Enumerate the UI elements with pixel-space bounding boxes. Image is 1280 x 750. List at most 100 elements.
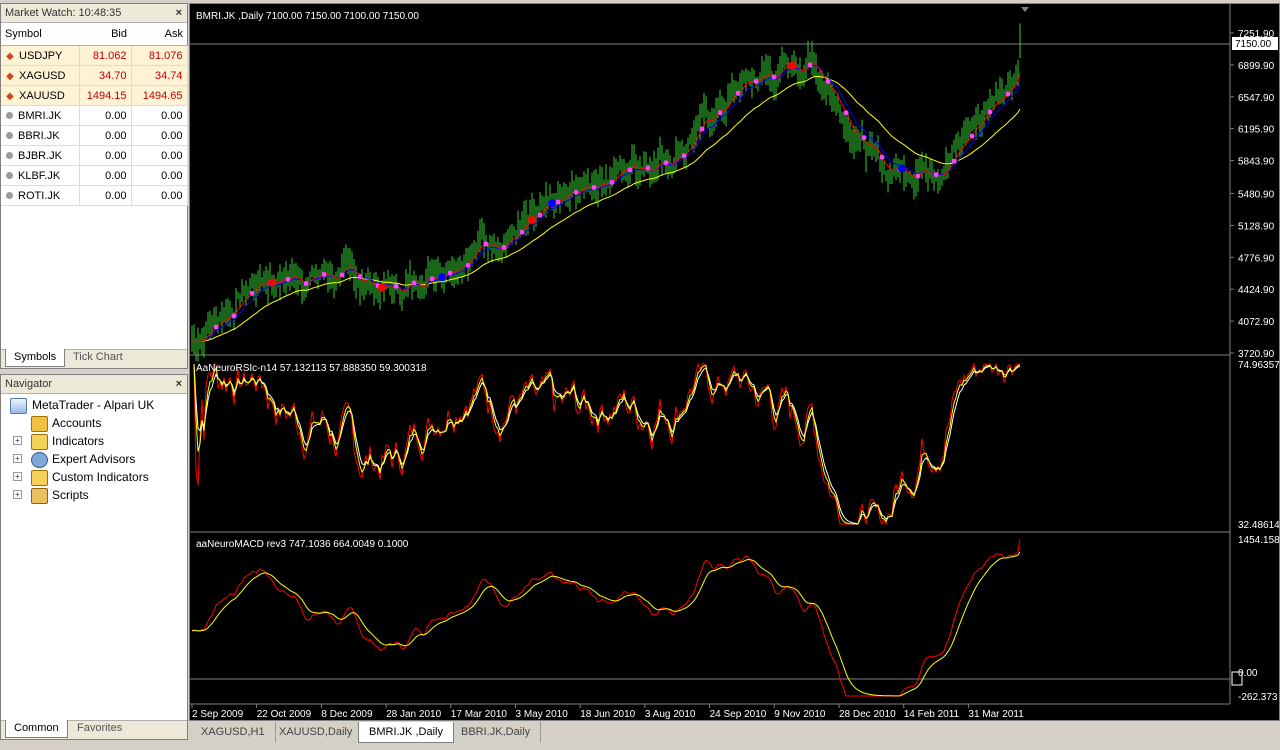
market-watch-row[interactable]: ◆ USDJPY 81.062 81.076 [1,45,188,66]
market-watch-close-icon[interactable]: × [176,4,182,22]
expand-plus-icon[interactable]: + [13,472,22,481]
bid-cell: 0.00 [79,185,132,206]
crossover-marker [268,278,276,287]
signal-dot [987,109,993,115]
bid-cell: 0.00 [79,105,132,126]
symbol-name: USDJPY [19,49,63,62]
navigator-panel: Navigator × MetaTrader - Alpari UK Accou… [0,374,188,740]
crossover-marker [788,61,796,70]
chart-tab-xauusd-daily[interactable]: XAUUSD,Daily [269,722,364,742]
rsi-indicator [193,362,1021,526]
signal-dot [357,274,363,280]
macd-signal-line [191,551,1021,697]
date-tick-label: 14 Feb 2011 [904,709,960,720]
market-watch-row[interactable]: ◆ XAGUSD 34.70 34.74 [1,65,188,86]
tree-item-label: Custom Indicators [52,470,149,484]
symbol-cell: ◆ XAGUSD [1,65,80,86]
market-watch-row[interactable]: BBRI.JK 0.00 0.00 [1,125,188,146]
symbol-cell: BMRI.JK [1,105,80,126]
symbol-cell: ◆ USDJPY [1,45,80,66]
tree-item-label: Indicators [52,434,105,448]
macd-tick-label: -262.373 [1238,692,1278,703]
signal-dot [735,90,741,96]
indicators-icon [31,434,48,450]
ask-cell: 34.74 [131,65,188,86]
price-tick-label: 6547.90 [1238,93,1275,104]
signal-dot [519,229,525,235]
date-tick-label: 28 Jan 2010 [386,709,441,720]
signal-dot [339,272,345,278]
market-watch-row[interactable]: ROTI.JK 0.00 0.00 [1,185,188,206]
market-watch-row[interactable]: KLBF.JK 0.00 0.00 [1,165,188,186]
expand-plus-icon[interactable]: + [13,454,22,463]
metatrader-icon [10,398,27,414]
tab-common[interactable]: Common [5,720,68,738]
tab-favorites[interactable]: Favorites [69,720,130,737]
navigator-title-bar: Navigator × [1,375,187,394]
chart-tabs-bar: XAGUSD,H1 XAUUSD,Daily BMRI.JK ,Daily BB… [189,722,1280,744]
tab-symbols[interactable]: Symbols [5,349,66,367]
ask-cell: 0.00 [131,185,188,206]
column-header-ask[interactable]: Ask [131,23,187,46]
crossover-marker [378,283,386,292]
tree-item-indicators[interactable]: + Indicators [1,432,187,450]
navigator-tabs: Common Favorites [1,720,187,739]
signal-dot [753,78,759,84]
scripts-icon [31,488,48,504]
expert-advisors-icon [31,452,48,468]
tree-item-scripts[interactable]: + Scripts [1,486,187,504]
market-watch-tabs: Symbols Tick Chart [1,349,187,368]
tree-root[interactable]: MetaTrader - Alpari UK [1,396,187,414]
stock-symbol-icon [6,112,13,120]
signal-dot [609,179,615,185]
expand-plus-icon[interactable]: + [13,436,22,445]
signal-dot [969,133,975,139]
date-tick-label: 31 Mar 2011 [968,709,1024,720]
signal-dot [231,313,237,319]
ask-cell: 0.00 [131,105,188,126]
date-tick-label: 3 Aug 2010 [645,709,696,720]
bid-cell: 81.062 [79,45,132,66]
signal-dot [1005,91,1011,97]
signal-dot [645,165,651,171]
chart-tab-bbri-daily[interactable]: BBRI.JK,Daily [451,722,542,742]
tab-tick-chart[interactable]: Tick Chart [65,349,131,366]
tree-item-custom-indicators[interactable]: + Custom Indicators [1,468,187,486]
signal-dot [393,283,399,289]
chart-window[interactable]: 7150.00 7251.90 6899.90 6547.90 6195.90 5843… [189,3,1280,721]
market-watch-title-bar: Market Watch: 10:48:35 × [1,4,187,23]
signal-dot [915,173,921,179]
symbol-cell: BJBR.JK [1,145,80,166]
navigator-close-icon[interactable]: × [176,375,182,393]
chart-canvas[interactable]: 7150.00 7251.90 6899.90 6547.90 6195.90 5843… [190,4,1279,720]
signal-dot [807,62,813,68]
tree-item-label: Accounts [52,416,102,430]
navigator-title: Navigator [5,378,53,390]
symbol-name: BMRI.JK [18,109,62,122]
signal-dot [249,290,255,296]
ask-cell: 0.00 [131,165,188,186]
macd-tick-label: 1454.158 [1238,535,1279,546]
stock-symbol-icon [6,132,13,140]
signal-dot [501,245,507,251]
tree-item-accounts[interactable]: Accounts [1,414,187,432]
market-watch-row[interactable]: ◆ XAUUSD 1494.15 1494.65 [1,85,188,106]
navigator-tree: MetaTrader - Alpari UK Accounts + Indica… [1,394,187,504]
expand-plus-icon[interactable]: + [13,490,22,499]
rsi-tick-label: 32.48614 [1238,520,1279,531]
chart-shift-marker-icon[interactable] [1021,7,1029,12]
stock-symbol-icon [6,152,13,160]
column-header-symbol[interactable]: Symbol [1,23,79,46]
chart-tab-bmri-daily[interactable]: BMRI.JK ,Daily [358,722,454,743]
current-price-label: 7150.00 [1235,39,1272,50]
signal-dot [465,262,471,268]
chart-tab-xagusd-h1[interactable]: XAGUSD,H1 [191,722,276,742]
market-watch-row[interactable]: BJBR.JK 0.00 0.00 [1,145,188,166]
signal-dot [429,276,435,282]
column-header-bid[interactable]: Bid [79,23,131,46]
price-tick-label: 4072.90 [1238,317,1275,328]
macd-line [191,539,1021,697]
tree-item-expert-advisors[interactable]: + Expert Advisors [1,450,187,468]
signal-dot [555,199,561,205]
market-watch-row[interactable]: BMRI.JK 0.00 0.00 [1,105,188,126]
